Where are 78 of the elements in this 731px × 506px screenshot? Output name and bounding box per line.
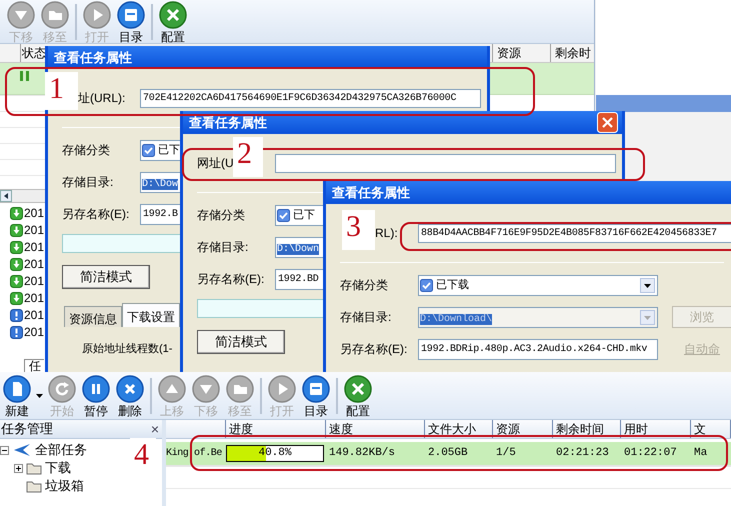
tree-item[interactable]: 全部任务 [35,440,87,460]
field-label: 址(URL): [78,91,126,105]
dialog-title: 查看任务属性 [332,186,410,199]
table-cell-text: 01:22:07 [623,446,678,462]
document-icon [3,374,31,402]
panel-title: 任务管理 [1,420,53,438]
tools-icon [344,374,372,402]
annotation-number: 1 [45,72,78,110]
text-field[interactable]: 1992.BDRip.480p.AC3.2Audio.x264-CHD.mkv [418,338,658,360]
toolbar-button[interactable]: 配置 [341,374,375,416]
task-date: 201 [24,309,44,321]
tools-icon [159,0,187,28]
tree-item[interactable]: 下载 [45,458,71,478]
play-icon [83,0,111,28]
mode-button[interactable]: 简洁模式 [197,330,285,354]
url-field[interactable]: 702E412202CA6D417564690E1F9C6D36342D432975CA326B76000C [140,88,481,108]
column-header: 文 [691,420,731,438]
field-label: 原始地址线程数(1- [82,343,172,355]
url-field[interactable] [275,154,616,172]
column-header: 资源 [493,420,553,438]
column-header: 剩余时 [550,44,594,62]
column-header: 剩余时间 [553,420,621,438]
task-date: 201 [24,292,44,304]
column-header: 资源 [492,44,550,62]
field-label: 另存名称(E): [340,342,408,356]
field-label: 存储分类 [340,278,388,292]
table-cell-text: Ma [693,446,708,462]
dialog-title: 查看任务属性 [189,116,267,129]
field-label: 存储目录: [340,310,392,324]
task-date: 201 [24,241,44,253]
toolbar-button[interactable]: 新建 [0,374,34,416]
column-header: 速度 [326,420,425,438]
pause-icon [82,374,110,402]
table-cell-text: 2.05GB [427,446,469,462]
field-label: 存储目录: [197,240,248,254]
toolbar-button[interactable]: 目录 [299,374,333,416]
task-date: 201 [24,258,44,270]
close-button[interactable]: × [150,422,161,436]
bird-icon [12,443,32,457]
tab[interactable]: 下载设置 [122,303,180,327]
folder-icon [226,374,254,402]
window-icon [302,374,330,402]
table-cell-text: 02:21:23 [555,446,610,462]
tree-item[interactable]: 垃圾箱 [45,476,84,496]
folder-icon [41,0,69,28]
column-header: 进度 [226,420,326,438]
window-icon [117,0,145,28]
annotation-number: 3 [342,210,375,250]
tab[interactable]: 资源信息 [64,306,122,327]
field-label: 网址(U [197,156,234,170]
play-icon [268,374,296,402]
toolbar-button[interactable]: 配置 [156,0,190,42]
folder-icon [26,480,42,492]
field-label: 另存名称(E): [62,207,130,221]
dropdown-field[interactable]: 已下载 [418,274,658,296]
field-label: 存储分类 [197,208,245,222]
column-header: 文件大小 [425,420,493,438]
delete-icon [116,374,144,402]
table-cell-text: 149.82KB/s [328,446,396,462]
field-label: RL): [375,226,398,240]
folder-icon [26,462,42,474]
task-date: 201 [24,326,44,338]
dialog-title: 查看任务属性 [54,51,132,64]
task-date: 201 [24,207,44,219]
task-date: 201 [24,275,44,287]
mode-button[interactable]: 简洁模式 [62,265,150,289]
url-field[interactable]: 88B4D4AACBB4F716E9F95D2E4B085F83716F662E420456833E7 [418,224,731,242]
field-label: 存储目录: [62,175,114,189]
task-date: 201 [24,224,44,236]
refresh-icon [48,374,76,402]
annotation-number: 2 [233,137,263,177]
toolbar-button[interactable]: 删除 [113,374,147,416]
table-cell-text: 1/5 [495,446,517,462]
column-header: 用时 [621,420,691,438]
field-label: 存储分类 [62,143,110,157]
toolbar-button[interactable]: 目录 [114,0,148,42]
field-label: 另存名称(E): [197,272,264,286]
toolbar-button[interactable]: 暂停 [79,374,113,416]
